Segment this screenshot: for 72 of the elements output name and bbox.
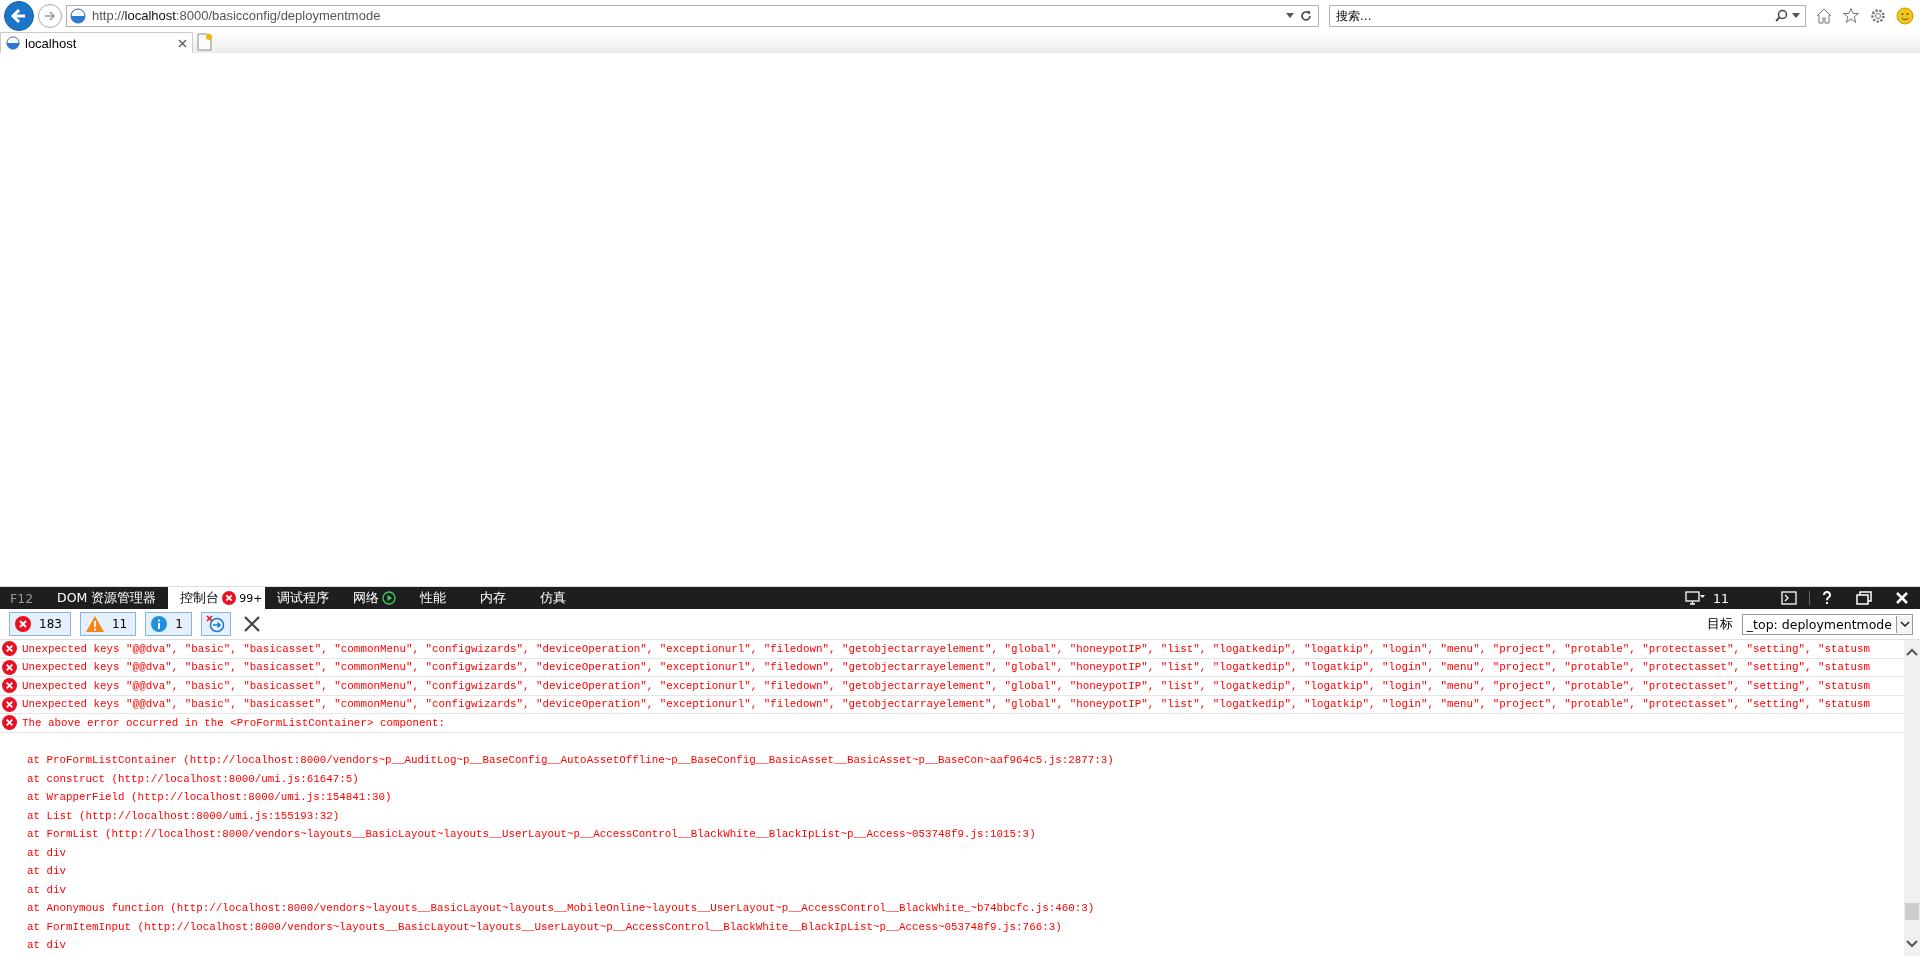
search-field[interactable]: 搜索...	[1329, 4, 1806, 27]
tab-label: 性能	[419, 589, 446, 607]
stack-trace-line: at div	[27, 865, 67, 878]
clear-on-navigate-button[interactable]	[200, 612, 231, 636]
scroll-down-icon[interactable]	[1906, 940, 1918, 948]
stack-trace-line: at ProFormListContainer (http://localhost:8000/vendors~p__AuditLog~p__BaseConfig__AutoAssetOffline~p__BaseConfig__BasicAsset__BasicAsset~p__BaseCon~aaf964c5.js:2877:3)	[27, 754, 1114, 767]
back-button[interactable]	[4, 0, 34, 31]
target-label: 目标	[1706, 615, 1733, 633]
filter-button[interactable]: 183	[9, 612, 71, 636]
stack-trace-line: at List (http://localhost:8000/umi.js:155193:32)	[27, 809, 340, 822]
tab-label: 调试程序	[276, 589, 329, 607]
smiley-icon[interactable]	[1896, 6, 1914, 25]
star-icon[interactable]	[1842, 6, 1860, 25]
devtools-tab[interactable]: 性能	[407, 587, 468, 609]
filter-button[interactable]: 11	[79, 612, 137, 636]
tab-label: 仿真	[539, 589, 566, 607]
error-count: 99+	[239, 591, 263, 605]
filter-button[interactable]: 1	[145, 612, 192, 636]
tab-label: 内存	[479, 589, 506, 607]
browser-tab[interactable]: localhost	[0, 32, 193, 53]
help-icon[interactable]	[1822, 591, 1832, 605]
stack-trace-line: at FormItemInput (http://localhost:8000/vendors~layouts__BasicLayout~layouts__UserLayout~p__AccessControl__BlackWhite__BlackIpList~p__Access~053748f9.js:766:3)	[27, 920, 1062, 933]
search-icon[interactable]	[1775, 8, 1788, 22]
info-icon	[151, 616, 168, 632]
stack-trace-line: at div	[27, 939, 67, 952]
stack-trace-line: at WrapperField (http://localhost:8000/umi.js:154841:30)	[27, 791, 392, 804]
url-text: http://localhost:8000/basicconfig/deploymentmode	[92, 8, 381, 23]
scrollbar[interactable]	[1904, 640, 1920, 956]
dropdown-icon[interactable]	[1792, 12, 1800, 18]
devtools-tab[interactable]: 内存	[467, 587, 528, 609]
stack-trace-line: at construct (http://localhost:8000/umi.js:61647:5)	[27, 772, 359, 785]
dropdown-icon[interactable]	[1286, 13, 1294, 18]
play-icon	[381, 591, 396, 605]
error-message: The above error occurred in the <ProFormListContainer> component:	[22, 716, 445, 729]
refresh-icon[interactable]	[1300, 9, 1312, 22]
error-message: Unexpected keys "@@dva", "basic", "basicasset", "commonMenu", "configwizards", "deviceOperation", "exceptionurl", "filedown", "getobjectarrayelement", "global", "honeypotIP", "list", "logatkedip", "logatkip", "login", "menu", "project", "protable", "protectasset", "setting", "statusm	[22, 642, 1871, 655]
devtools-tab[interactable]: 调试程序	[264, 587, 341, 609]
monitor-icon[interactable]	[1685, 591, 1706, 605]
error-message: Unexpected keys "@@dva", "basic", "basicasset", "commonMenu", "configwizards", "deviceOperation", "exceptionurl", "filedown", "getobjectarrayelement", "global", "honeypotIP", "list", "logatkedip", "logatkip", "login", "menu", "project", "protable", "protectasset", "setting", "statusm	[22, 679, 1871, 692]
stack-trace-line: at FormList (http://localhost:8000/vendors~layouts__BasicLayout~layouts__UserLayout~p__AccessControl__BlackWhite__BlackIpList~p__Access~053748f9.js:1015:3)	[27, 828, 1036, 841]
devtools-tab[interactable]: 仿真	[527, 587, 588, 609]
target-dropdown[interactable]: _top: deploymentmode	[1741, 613, 1913, 635]
error-icon	[222, 591, 237, 605]
stack-trace-line: at div	[27, 883, 67, 896]
error-message: Unexpected keys "@@dva", "basic", "basicasset", "commonMenu", "configwizards", "deviceOperation", "exceptionurl", "filedown", "getobjectarrayelement", "global", "honeypotIP", "list", "logatkedip", "logatkip", "login", "menu", "project", "protable", "protectasset", "setting", "statusm	[22, 698, 1871, 711]
tab-title: localhost	[25, 35, 77, 51]
caret-icon	[1899, 621, 1910, 627]
error-message: Unexpected keys "@@dva", "basic", "basicasset", "commonMenu", "configwizards", "deviceOperation", "exceptionurl", "filedown", "getobjectarrayelement", "global", "honeypotIP", "list", "logatkedip", "logatkip", "login", "menu", "project", "protable", "protectasset", "setting", "statusm	[22, 661, 1871, 674]
forward-arrow-icon	[43, 8, 57, 23]
page-icon	[6, 36, 20, 50]
navigate-icon	[205, 615, 226, 633]
devtools-tab[interactable]: DOM 资源管理器	[45, 587, 169, 609]
scroll-up-icon[interactable]	[1906, 648, 1918, 656]
stack-trace-line: at Anonymous function (http://localhost:8000/vendors~layouts__BasicLayout~layouts__MobileOnline~layouts__UserLayout~p__AccessControl__BlackWhite_~b74bbcfc.js:460:3)	[27, 902, 1095, 915]
undock-icon[interactable]	[1856, 591, 1872, 605]
scroll-thumb[interactable]	[1905, 903, 1919, 920]
error-icon	[15, 616, 31, 632]
address-bar[interactable]: http://localhost:8000/basicconfig/deploymentmode	[66, 4, 1319, 27]
devtools-tab[interactable]: 控制台 99+	[168, 587, 265, 609]
tab-label: DOM 资源管理器	[57, 589, 157, 607]
document-mode[interactable]: 11	[1705, 587, 1769, 609]
stack-trace-line: at div	[27, 846, 67, 859]
devtools-tab[interactable]: 网络	[340, 587, 408, 609]
console-icon[interactable]	[1781, 591, 1797, 605]
settings-icon[interactable]	[1869, 6, 1887, 25]
warning-icon	[85, 616, 104, 632]
tab-label: 网络	[352, 589, 379, 607]
devtools-caption: F12	[9, 589, 35, 608]
tab-label: 控制台	[180, 589, 220, 607]
clear-icon[interactable]	[243, 616, 260, 632]
home-icon[interactable]	[1815, 6, 1833, 25]
page-icon	[70, 7, 86, 24]
